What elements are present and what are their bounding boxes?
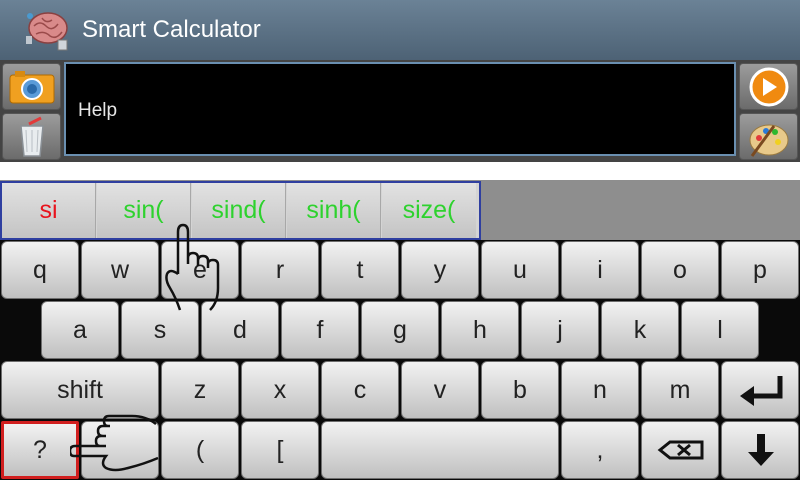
key-s[interactable]: s bbox=[121, 301, 199, 359]
palette-icon bbox=[749, 124, 789, 157]
backspace-key[interactable] bbox=[641, 421, 719, 479]
theme-button[interactable] bbox=[739, 113, 798, 160]
suggestion-si[interactable]: si bbox=[2, 183, 96, 238]
expression-display[interactable]: Help bbox=[64, 62, 736, 156]
clear-button[interactable] bbox=[2, 113, 61, 160]
backspace-icon bbox=[657, 440, 704, 460]
play-icon bbox=[749, 67, 789, 107]
key-d[interactable]: d bbox=[201, 301, 279, 359]
key-j[interactable]: j bbox=[521, 301, 599, 359]
down-key[interactable] bbox=[721, 421, 799, 479]
key-k[interactable]: k bbox=[601, 301, 679, 359]
down-arrow-icon bbox=[748, 434, 774, 466]
key-question[interactable]: ? bbox=[1, 421, 79, 479]
trash-icon bbox=[20, 116, 44, 157]
enter-key[interactable] bbox=[721, 361, 799, 419]
key-i[interactable]: i bbox=[561, 241, 639, 299]
key-f[interactable]: f bbox=[281, 301, 359, 359]
key-v[interactable]: v bbox=[401, 361, 479, 419]
brain-icon bbox=[22, 6, 72, 54]
key-q[interactable]: q bbox=[1, 241, 79, 299]
key-comma[interactable]: , bbox=[561, 421, 639, 479]
key-blank[interactable] bbox=[81, 421, 159, 479]
key-x[interactable]: x bbox=[241, 361, 319, 419]
suggestion-sinh[interactable]: sinh( bbox=[287, 183, 381, 238]
space-key[interactable] bbox=[321, 421, 559, 479]
key-w[interactable]: w bbox=[81, 241, 159, 299]
key-c[interactable]: c bbox=[321, 361, 399, 419]
shift-key[interactable]: shift bbox=[1, 361, 159, 419]
enter-icon bbox=[740, 376, 783, 406]
key-l[interactable]: l bbox=[681, 301, 759, 359]
key-a[interactable]: a bbox=[41, 301, 119, 359]
key-e[interactable]: e bbox=[161, 241, 239, 299]
run-button[interactable] bbox=[739, 63, 798, 110]
key-h[interactable]: h bbox=[441, 301, 519, 359]
key-m[interactable]: m bbox=[641, 361, 719, 419]
key-z[interactable]: z bbox=[161, 361, 239, 419]
key-t[interactable]: t bbox=[321, 241, 399, 299]
divider bbox=[0, 162, 800, 180]
key-b[interactable]: b bbox=[481, 361, 559, 419]
app-title: Smart Calculator bbox=[82, 16, 261, 43]
camera-icon bbox=[9, 71, 55, 104]
key-open-bracket[interactable]: [ bbox=[241, 421, 319, 479]
key-y[interactable]: y bbox=[401, 241, 479, 299]
key-p[interactable]: p bbox=[721, 241, 799, 299]
suggestion-size[interactable]: size( bbox=[382, 183, 476, 238]
suggestion-sin[interactable]: sin( bbox=[97, 183, 191, 238]
key-g[interactable]: g bbox=[361, 301, 439, 359]
display-text: Help bbox=[78, 100, 118, 121]
key-open-paren[interactable]: ( bbox=[161, 421, 239, 479]
suggestion-sind[interactable]: sind( bbox=[192, 183, 286, 238]
key-u[interactable]: u bbox=[481, 241, 559, 299]
title-bar: Smart Calculator bbox=[0, 0, 800, 60]
camera-button[interactable] bbox=[2, 63, 61, 110]
key-o[interactable]: o bbox=[641, 241, 719, 299]
key-r[interactable]: r bbox=[241, 241, 319, 299]
key-n[interactable]: n bbox=[561, 361, 639, 419]
